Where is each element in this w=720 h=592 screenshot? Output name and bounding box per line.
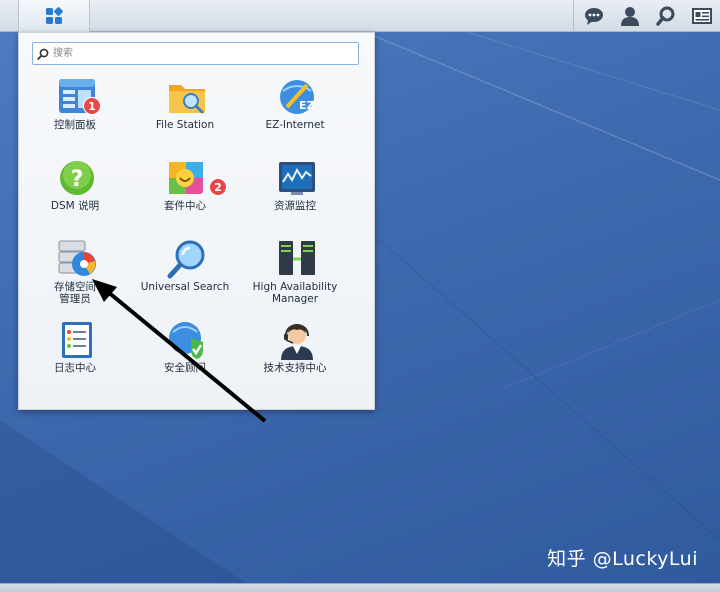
- resource-monitor-icon: [279, 162, 315, 195]
- search-field[interactable]: [32, 42, 359, 65]
- search-icon: [656, 6, 675, 26]
- high-availability-icon: [279, 241, 315, 275]
- tray-divider: [573, 0, 574, 32]
- app-label: 套件中心: [164, 200, 206, 212]
- app-label: 日志中心: [54, 362, 96, 374]
- storage-manager-icon: [58, 240, 96, 276]
- search-input[interactable]: [53, 43, 358, 64]
- watermark-text: 知乎 @LuckyLui: [547, 548, 698, 570]
- search-field-icon: [37, 48, 49, 60]
- notification-chat-icon: [585, 8, 603, 25]
- bottom-scrollbar[interactable]: [0, 583, 720, 592]
- app-label: Universal Search: [140, 281, 230, 293]
- app-resource-monitor[interactable]: 资源监控: [243, 158, 347, 236]
- app-ez-internet[interactable]: EZ EZ-Internet: [243, 77, 347, 155]
- notifications-button[interactable]: [576, 0, 612, 32]
- app-label: File Station: [155, 119, 215, 131]
- user-icon: [621, 7, 639, 26]
- svg-text:EZ: EZ: [299, 99, 315, 112]
- main-menu-panel: 1 控制面板 File Station EZ EZ-Internet ? DSM…: [18, 32, 375, 410]
- app-log-center[interactable]: 日志中心: [23, 320, 127, 398]
- widgets-icon: [692, 8, 712, 24]
- package-center-icon: [169, 162, 203, 194]
- app-label: 安全顾问: [164, 362, 206, 374]
- app-label: 存储空间管理员: [54, 281, 96, 305]
- user-button[interactable]: [612, 0, 648, 32]
- dsm-help-icon: ?: [60, 161, 94, 195]
- app-label: 资源监控: [274, 200, 316, 212]
- file-station-icon: [169, 85, 205, 114]
- app-dsm-help[interactable]: ? DSM 说明: [23, 158, 127, 236]
- app-security-advisor[interactable]: 安全顾问: [133, 320, 237, 398]
- app-high-availability[interactable]: High Availability Manager: [243, 239, 347, 317]
- support-center-icon: [281, 323, 313, 360]
- widgets-button[interactable]: [684, 0, 720, 32]
- app-label: EZ-Internet: [265, 119, 325, 131]
- taskbar-tray: [573, 0, 720, 32]
- app-label: DSM 说明: [50, 200, 100, 212]
- log-center-icon: [62, 322, 92, 358]
- security-advisor-icon: [169, 322, 203, 359]
- search-button[interactable]: [648, 0, 684, 32]
- app-file-station[interactable]: File Station: [133, 77, 237, 155]
- taskbar: [0, 0, 720, 32]
- universal-search-icon: [167, 240, 205, 279]
- app-control-panel[interactable]: 1 控制面板: [23, 77, 127, 155]
- app-label: High Availability Manager: [252, 281, 338, 305]
- notification-badge: 2: [209, 178, 227, 196]
- notification-badge: 1: [83, 97, 101, 115]
- app-universal-search[interactable]: Universal Search: [133, 239, 237, 317]
- app-label: 技术支持中心: [263, 362, 327, 374]
- svg-text:?: ?: [71, 167, 84, 192]
- main-menu-icon: [46, 7, 63, 24]
- main-menu-button[interactable]: [18, 0, 90, 32]
- ez-internet-icon: EZ: [280, 80, 315, 114]
- app-package-center[interactable]: 2 套件中心: [133, 158, 237, 236]
- app-support-center[interactable]: 技术支持中心: [243, 320, 347, 398]
- app-label: 控制面板: [54, 119, 96, 131]
- app-storage-manager[interactable]: 存储空间管理员: [23, 239, 127, 317]
